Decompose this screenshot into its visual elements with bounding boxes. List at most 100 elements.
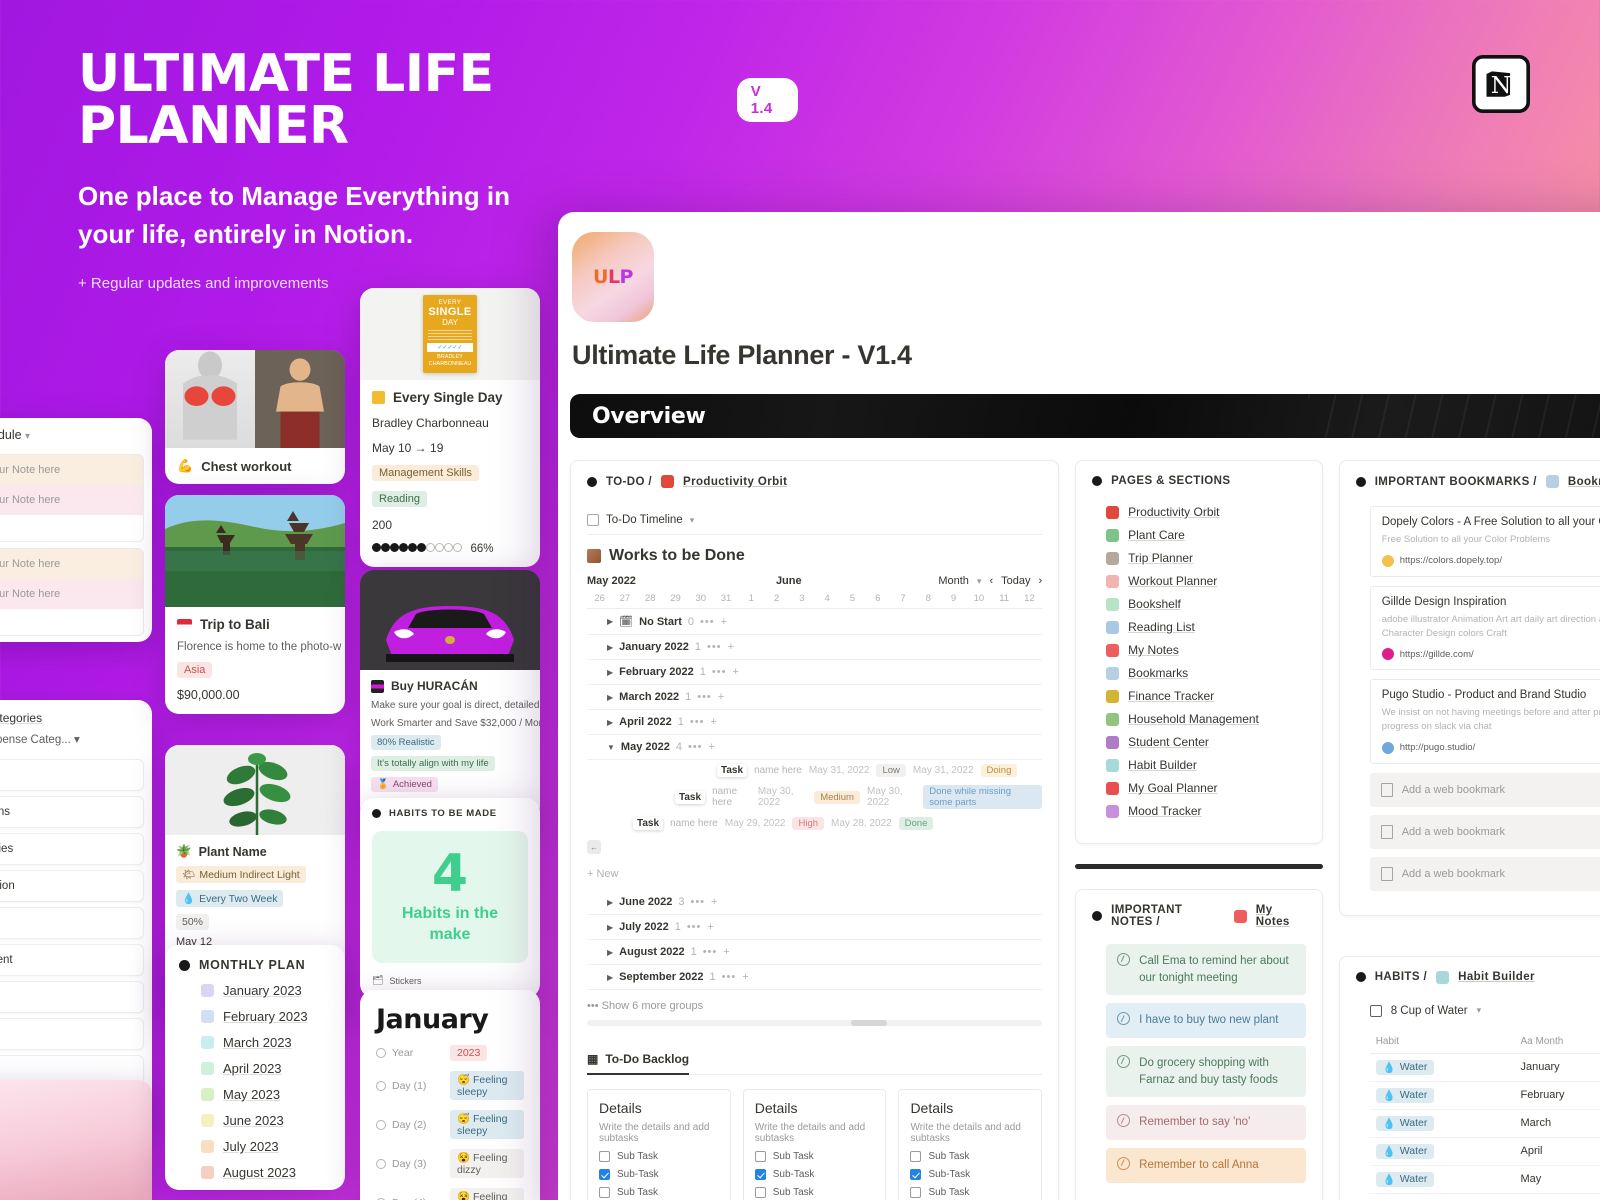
habits-card-footer[interactable]: 🗂 Stickers <box>372 975 528 986</box>
group-more-icon[interactable]: ••• <box>700 616 715 628</box>
pages-list-item[interactable]: My Notes <box>1106 643 1306 657</box>
group-toggle-icon[interactable]: ▶ <box>607 948 613 957</box>
note-row[interactable]: Write your Note here <box>0 455 143 485</box>
subtask-row[interactable]: Sub-Task <box>910 1169 1030 1180</box>
pages-list-item[interactable]: My Goal Planner <box>1106 781 1306 795</box>
monthly-plan-item[interactable]: February 2023 <box>201 1009 331 1024</box>
habits-table-row[interactable]: 💧WaterFebruary✔ <box>1369 1081 1600 1110</box>
bookmark-card[interactable]: Dopely Colors - A Free Solution to all y… <box>1369 506 1600 577</box>
group-toggle-icon[interactable]: ▶ <box>607 898 613 907</box>
timeline-group-row[interactable]: ▶ August 2022 1 ••• + <box>587 940 1043 965</box>
pages-list-item[interactable]: Mood Tracker <box>1106 804 1306 818</box>
pages-list-item[interactable]: Reading List <box>1106 620 1306 634</box>
collapse-icon[interactable]: ← <box>587 840 601 854</box>
subtask-row[interactable]: Sub Task <box>599 1151 719 1162</box>
subtask-row[interactable]: Sub-Task <box>599 1169 719 1180</box>
expense-item[interactable]: Bills & Utilities <box>0 833 144 865</box>
timeline-group-row[interactable]: ▶ June 2022 3 ••• + <box>587 890 1043 915</box>
subtask-row[interactable]: Sub Task <box>754 1151 875 1162</box>
expense-category-select[interactable]: Personal Expense Categ... ▾ <box>0 728 152 754</box>
habits-column-header[interactable]: Habit <box>1369 1029 1515 1054</box>
january-mood-card[interactable]: January Year 2023 Day (1) 😴 Feeling sleepy D… <box>360 990 540 1200</box>
subtask-checkbox[interactable] <box>754 1151 766 1162</box>
add-bookmark-button[interactable]: Add a web bookmark <box>1369 772 1600 807</box>
bookmark-card[interactable]: Gillde Design Inspiration adobe illustrat… <box>1369 585 1600 671</box>
group-more-icon[interactable]: ••• <box>722 971 737 983</box>
monthly-plan-item[interactable]: May 2023 <box>201 1087 331 1102</box>
group-more-icon[interactable]: ••• <box>687 921 702 933</box>
habits-table-row[interactable]: 💧WaterJanuary✔ <box>1369 1053 1600 1082</box>
group-toggle-icon[interactable]: ▶ <box>607 668 613 677</box>
timeline-group-row[interactable]: ▶ January 2022 1 ••• + <box>587 635 1043 660</box>
tab-todo-backlog[interactable]: ▦ To-Do Backlog <box>587 1052 690 1075</box>
group-toggle-icon[interactable]: ▶ <box>607 718 613 727</box>
subtask-checkbox[interactable] <box>754 1187 766 1198</box>
subtask-checkbox[interactable] <box>599 1151 610 1162</box>
subtask-checkbox[interactable] <box>599 1169 610 1180</box>
study-schedule-card[interactable]: Study Schedule ▾ Write your Note here Wr… <box>0 418 152 642</box>
subtask-row[interactable]: Sub Task <box>754 1187 875 1198</box>
pages-list-item[interactable]: Finance Tracker <box>1106 689 1306 703</box>
expense-item[interactable]: Transportation <box>0 870 144 902</box>
pages-list-item[interactable]: Productivity Orbit <box>1106 505 1306 519</box>
pages-list-item[interactable]: Student Center <box>1106 735 1306 749</box>
group-more-icon[interactable]: ••• <box>697 691 712 703</box>
study-week-3[interactable]: Write your Note here Write your Note her… <box>0 548 144 636</box>
subtask-checkbox[interactable] <box>910 1187 922 1198</box>
chevron-down-icon[interactable]: ▾ <box>977 576 982 587</box>
group-add-icon[interactable]: + <box>732 666 738 678</box>
group-more-icon[interactable]: ••• <box>707 641 722 653</box>
subtask-row[interactable]: Sub Task <box>910 1151 1030 1162</box>
pages-list-item[interactable]: Habit Builder <box>1106 758 1306 772</box>
note-row[interactable]: Write your Note here <box>0 549 143 579</box>
backlog-card[interactable]: Details Write the details and add subtask… <box>898 1089 1043 1200</box>
pages-list-item[interactable]: Household Management <box>1106 712 1306 726</box>
timeline-task-row[interactable]: Task name here May 31, 2022 Low May 31, 2022… <box>587 760 1042 781</box>
group-add-icon[interactable]: + <box>728 641 734 653</box>
book-card[interactable]: EVERY SINGLE DAY ✓✓✓✓✓ BRADLEY CHARBONNE… <box>360 288 540 567</box>
monthly-plan-item[interactable]: March 2023 <box>201 1035 331 1050</box>
expense-item[interactable]: Entertainment <box>0 944 144 976</box>
timeline-collapse-row[interactable]: ← <box>587 834 1042 860</box>
note-item[interactable]: Remember to say 'no' <box>1106 1105 1306 1141</box>
subtask-checkbox[interactable] <box>910 1169 922 1180</box>
habit-builder-link[interactable]: Habit Builder <box>1458 971 1535 983</box>
my-notes-link[interactable]: My Notes <box>1256 904 1306 928</box>
group-add-icon[interactable]: + <box>707 921 713 933</box>
group-toggle-icon[interactable]: ▶ <box>607 617 613 626</box>
group-add-icon[interactable]: + <box>710 716 716 728</box>
monthly-plan-item[interactable]: April 2023 <box>201 1061 331 1076</box>
note-row[interactable]: Write your Note here <box>0 579 143 609</box>
dessert-card[interactable] <box>0 1080 152 1200</box>
next-arrow-icon[interactable]: › <box>1038 575 1042 587</box>
note-item[interactable]: Do grocery shopping with Farnaz and buy … <box>1106 1046 1306 1098</box>
habits-table-row[interactable]: 💧WaterApril✔ <box>1369 1137 1600 1166</box>
habits-db-name[interactable]: 8 Cup of Water <box>1391 1005 1468 1017</box>
timeline-group-row[interactable]: ▶ July 2022 1 ••• + <box>587 915 1043 940</box>
trip-to-bali-card[interactable]: Trip to Bali Florence is home to the pho… <box>165 495 345 714</box>
add-bookmark-button[interactable]: Add a web bookmark <box>1369 856 1600 891</box>
group-add-icon[interactable]: + <box>742 971 748 983</box>
timeline-group-row[interactable]: ▶ March 2022 1 ••• + <box>587 685 1043 710</box>
group-toggle-icon[interactable]: ▶ <box>607 693 613 702</box>
goal-car-card[interactable]: Buy HURACÁN Make sure your goal is direc… <box>360 570 540 820</box>
group-more-icon[interactable]: ••• <box>688 741 703 753</box>
pages-list-item[interactable]: Bookshelf <box>1106 597 1306 611</box>
group-toggle-icon[interactable]: ▶ <box>607 973 613 982</box>
subtask-row[interactable]: Sub-Task <box>754 1169 875 1180</box>
timeline-group-row[interactable]: ▶ 🗓 No Start 0 ••• + <box>587 609 1043 635</box>
subtask-checkbox[interactable] <box>910 1151 922 1162</box>
timeline-group-row[interactable]: ▼ May 2022 4 ••• + <box>587 735 1043 760</box>
subtask-row[interactable]: Sub Task <box>910 1187 1030 1198</box>
prev-arrow-icon[interactable]: ‹ <box>989 575 993 587</box>
note-row[interactable]: Write your Note here <box>0 485 143 515</box>
timeline-group-row[interactable]: ▶ February 2022 1 ••• + <box>587 660 1043 685</box>
monthly-plan-item[interactable]: July 2023 <box>201 1139 331 1154</box>
group-more-icon[interactable]: ••• <box>690 896 705 908</box>
productivity-orbit-link[interactable]: Productivity Orbit <box>683 476 787 488</box>
note-item[interactable]: Call Ema to remind her about our tonight… <box>1106 944 1306 996</box>
subtask-row[interactable]: Sub Task <box>599 1187 719 1198</box>
expense-item[interactable]: Home Rent <box>0 1018 144 1050</box>
backlog-card[interactable]: Details Write the details and add subtask… <box>742 1089 887 1200</box>
study-week-1[interactable]: Write your Note here Write your Note her… <box>0 454 144 542</box>
